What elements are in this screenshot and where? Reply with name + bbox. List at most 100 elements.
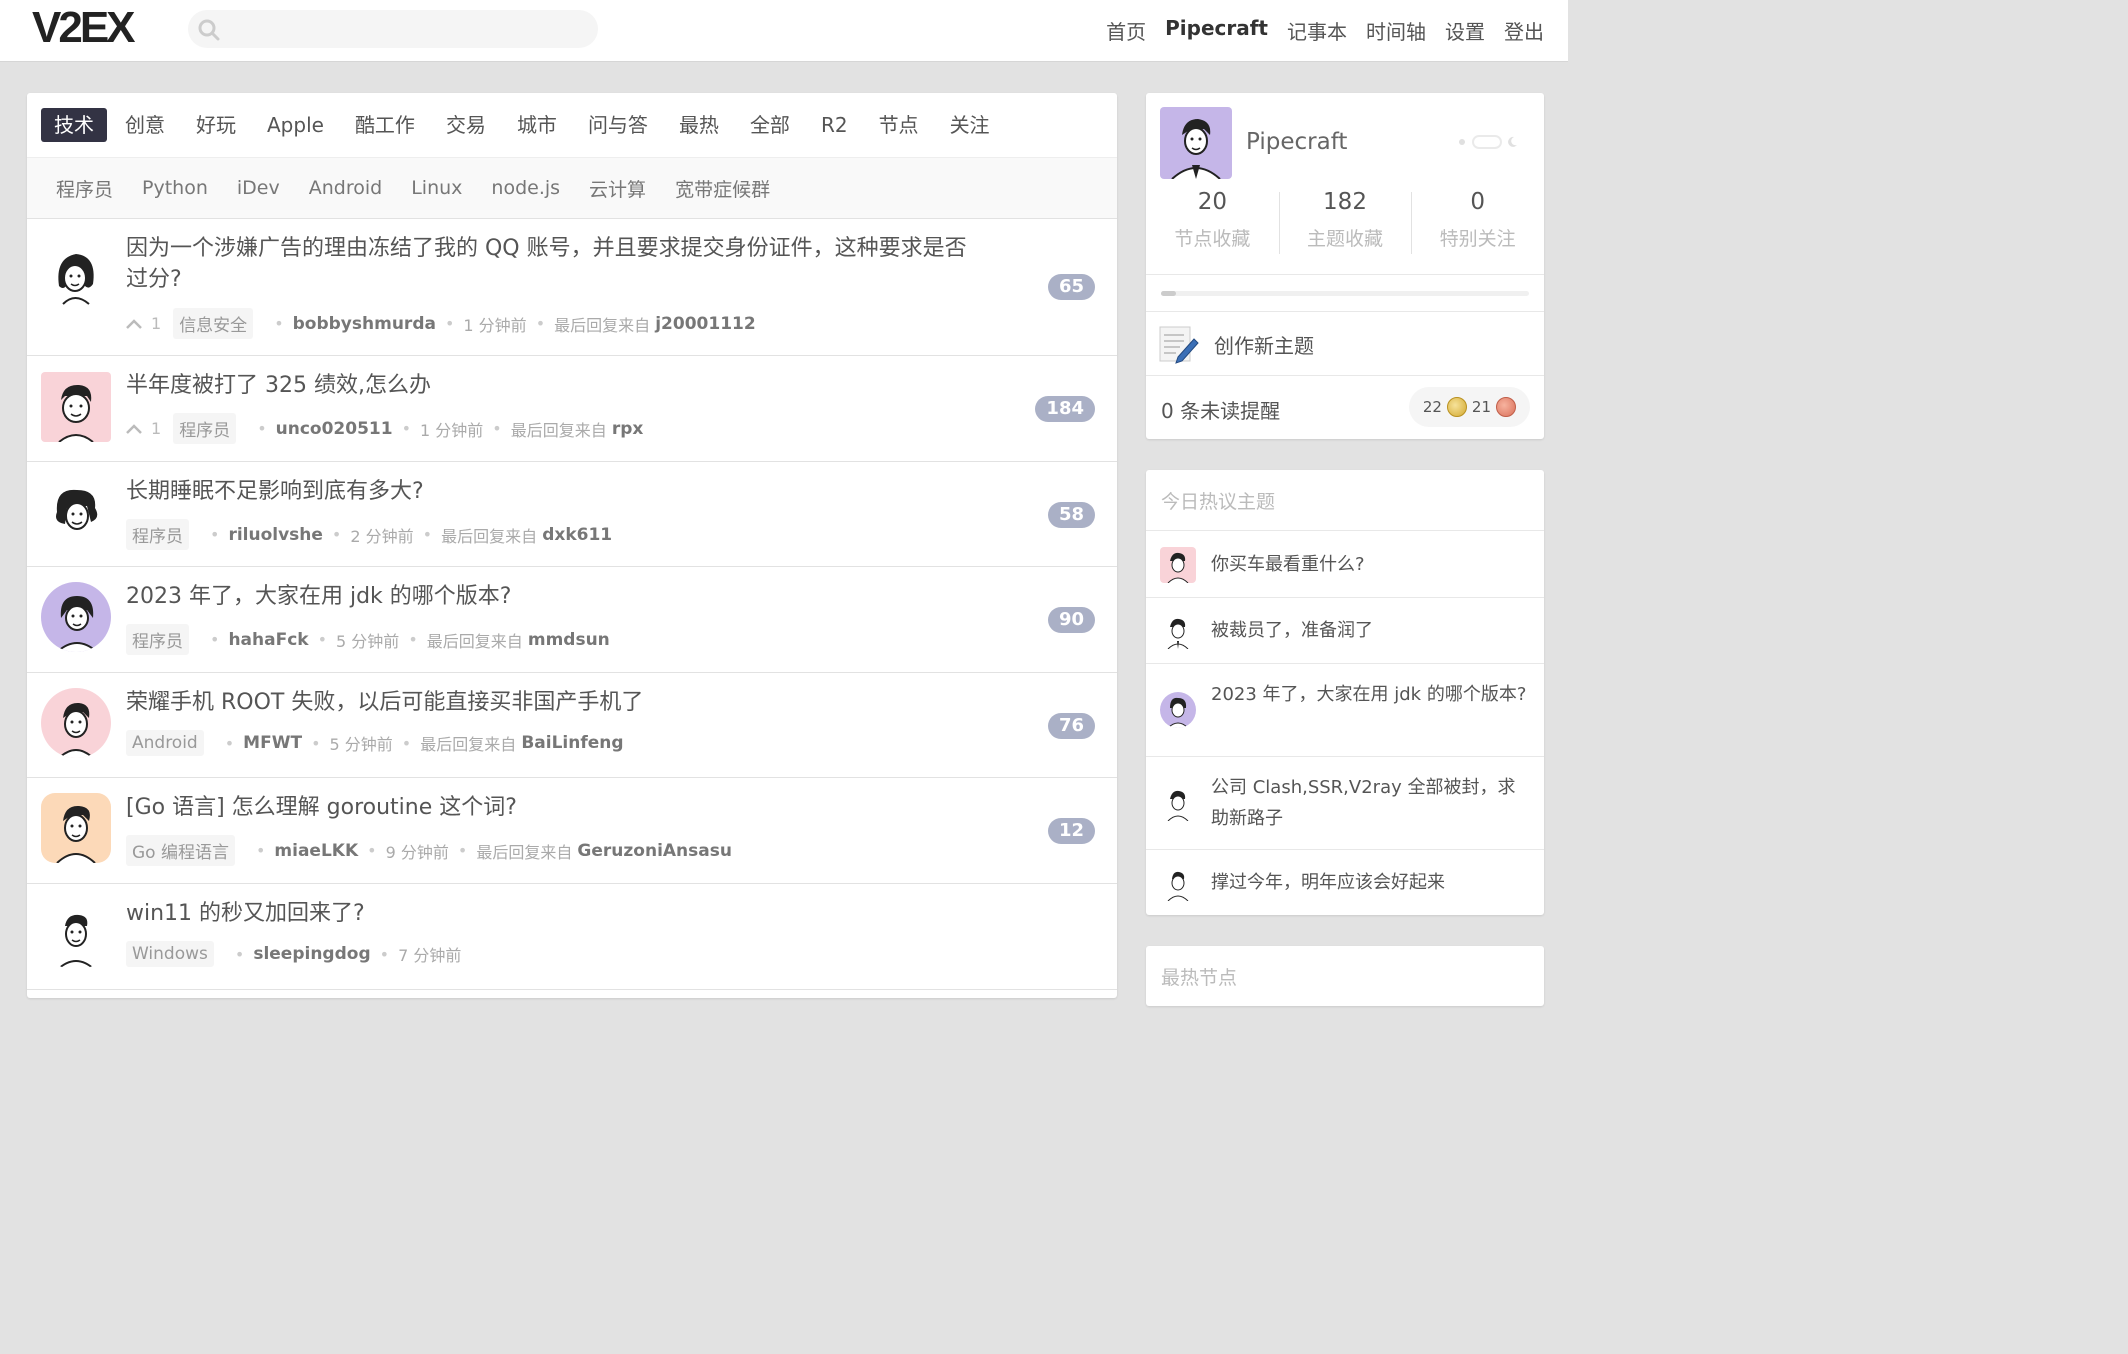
avatar[interactable] bbox=[41, 372, 111, 442]
separator: • bbox=[317, 630, 328, 649]
stat-node-favorites[interactable]: 20 节点收藏 bbox=[1146, 188, 1279, 258]
nav-username[interactable]: Pipecraft bbox=[1165, 16, 1268, 45]
hot-topic-avatar[interactable] bbox=[1160, 692, 1196, 728]
profile-username[interactable]: Pipecraft bbox=[1246, 129, 1347, 155]
avatar[interactable] bbox=[41, 238, 111, 308]
tab-r2[interactable]: R2 bbox=[808, 108, 861, 142]
tab-city[interactable]: 城市 bbox=[504, 108, 570, 142]
tab-nodes[interactable]: 节点 bbox=[866, 108, 932, 142]
tab-following[interactable]: 关注 bbox=[937, 108, 1003, 142]
node-tag[interactable]: Windows bbox=[126, 941, 214, 967]
hot-topic-title[interactable]: 被裁员了，准备润了 bbox=[1211, 615, 1531, 646]
separator: • bbox=[311, 733, 321, 753]
topic-title[interactable]: win11 的秒又加回来了? bbox=[126, 898, 986, 929]
subtab-python[interactable]: Python bbox=[142, 177, 208, 199]
subtab-nodejs[interactable]: node.js bbox=[491, 177, 560, 199]
search-icon bbox=[198, 19, 220, 41]
topic-title[interactable]: [Go 语言] 怎么理解 goroutine 这个词? bbox=[126, 792, 986, 823]
reply-count[interactable]: 65 bbox=[1047, 274, 1095, 300]
node-tag[interactable]: 程序员 bbox=[126, 624, 189, 655]
avatar[interactable] bbox=[41, 900, 111, 970]
tab-play[interactable]: 好玩 bbox=[183, 108, 249, 142]
tab-all[interactable]: 全部 bbox=[737, 108, 803, 142]
tab-deals[interactable]: 交易 bbox=[433, 108, 499, 142]
hot-topics-title: 今日热议主题 bbox=[1161, 491, 1276, 513]
tab-apple[interactable]: Apple bbox=[254, 108, 337, 142]
subtab-programmer[interactable]: 程序员 bbox=[56, 175, 113, 202]
reply-count[interactable]: 90 bbox=[1047, 607, 1095, 633]
tab-qna[interactable]: 问与答 bbox=[575, 108, 661, 142]
last-reply-user[interactable]: GeruzoniAnsasu bbox=[577, 841, 732, 861]
last-reply-user[interactable]: BaiLinfeng bbox=[521, 733, 623, 753]
hot-topic-avatar[interactable] bbox=[1160, 865, 1196, 901]
last-reply-label: 最后回复来自 bbox=[510, 420, 607, 440]
topic-title[interactable]: 因为一个涉嫌广告的理由冻结了我的 QQ 账号，并且要求提交身份证件，这种要求是否… bbox=[126, 233, 986, 295]
hot-topic-avatar[interactable] bbox=[1160, 613, 1196, 649]
nav-settings[interactable]: 设置 bbox=[1445, 16, 1485, 45]
reply-count[interactable]: 58 bbox=[1047, 502, 1095, 528]
subtab-cloud[interactable]: 云计算 bbox=[589, 175, 646, 202]
nav-home[interactable]: 首页 bbox=[1106, 16, 1146, 45]
author[interactable]: sleepingdog bbox=[253, 944, 370, 964]
last-reply-label: 最后回复来自 bbox=[426, 631, 523, 651]
author[interactable]: unco020511 bbox=[276, 419, 393, 439]
topic-meta: Android • MFWT • 5 分钟前 • 最后回复来自 BaiLinfe… bbox=[126, 730, 624, 756]
nav-logout[interactable]: 登出 bbox=[1504, 16, 1544, 45]
create-topic-button[interactable]: 创作新主题 bbox=[1158, 323, 1314, 365]
site-logo[interactable]: V2EX bbox=[32, 6, 136, 50]
avatar[interactable] bbox=[41, 478, 111, 548]
topic-title[interactable]: 长期睡眠不足影响到底有多大? bbox=[126, 476, 986, 507]
avatar[interactable] bbox=[41, 582, 111, 652]
nav-notes[interactable]: 记事本 bbox=[1287, 16, 1347, 45]
vote[interactable]: 1 bbox=[126, 419, 161, 438]
search-input[interactable] bbox=[228, 10, 588, 48]
node-tag[interactable]: Android bbox=[126, 730, 204, 756]
avatar[interactable] bbox=[41, 793, 111, 863]
node-tag[interactable]: 程序员 bbox=[126, 519, 189, 550]
tab-hot[interactable]: 最热 bbox=[666, 108, 732, 142]
hot-topic-title[interactable]: 公司 Clash,SSR,V2ray 全部被封，求助新路子 bbox=[1211, 772, 1531, 834]
subtab-linux[interactable]: Linux bbox=[411, 177, 462, 199]
node-tag[interactable]: 信息安全 bbox=[173, 308, 254, 339]
stat-special-follow[interactable]: 0 特别关注 bbox=[1411, 188, 1544, 258]
stat-topic-favorites[interactable]: 182 主题收藏 bbox=[1278, 188, 1412, 258]
last-reply-user[interactable]: rpx bbox=[612, 419, 644, 439]
author[interactable]: hahaFck bbox=[228, 630, 308, 650]
hot-topic-title[interactable]: 撑过今年，明年应该会好起来 bbox=[1211, 867, 1531, 898]
reply-count[interactable]: 12 bbox=[1047, 818, 1095, 844]
last-reply-user[interactable]: j20001112 bbox=[655, 314, 755, 334]
hot-topic-title[interactable]: 2023 年了，大家在用 jdk 的哪个版本? bbox=[1211, 679, 1531, 710]
subtab-broadband[interactable]: 宽带症候群 bbox=[675, 175, 770, 202]
node-tag[interactable]: 程序员 bbox=[173, 413, 237, 444]
author[interactable]: MFWT bbox=[243, 733, 302, 753]
last-reply-user[interactable]: dxk611 bbox=[542, 525, 612, 545]
search-box[interactable] bbox=[188, 10, 598, 48]
subtab-idev[interactable]: iDev bbox=[237, 177, 280, 199]
reply-count[interactable]: 184 bbox=[1035, 396, 1095, 422]
vote[interactable]: 1 bbox=[126, 314, 161, 333]
topic-time: 9 分钟前 bbox=[385, 842, 449, 862]
topic-title[interactable]: 荣耀手机 ROOT 失败，以后可能直接买非国产手机了 bbox=[126, 687, 986, 718]
profile-avatar[interactable] bbox=[1160, 107, 1232, 179]
topic-title[interactable]: 半年度被打了 325 绩效,怎么办 bbox=[126, 370, 986, 401]
reply-count[interactable]: 76 bbox=[1047, 713, 1095, 739]
hot-topic-title[interactable]: 你买车最看重什么? bbox=[1211, 549, 1531, 580]
hot-topic-avatar[interactable] bbox=[1160, 547, 1196, 583]
author[interactable]: bobbyshmurda bbox=[293, 314, 436, 334]
author[interactable]: miaeLKK bbox=[274, 841, 358, 861]
nav-timeline[interactable]: 时间轴 bbox=[1366, 16, 1426, 45]
theme-toggle[interactable] bbox=[1456, 135, 1518, 149]
subtab-android[interactable]: Android bbox=[309, 177, 382, 199]
hot-topic-avatar[interactable] bbox=[1160, 785, 1196, 821]
balance-badge[interactable]: 22 21 bbox=[1408, 387, 1530, 427]
topic-title[interactable]: 2023 年了，大家在用 jdk 的哪个版本? bbox=[126, 581, 986, 612]
notifications-link[interactable]: 0 条未读提醒 bbox=[1161, 395, 1280, 424]
tab-creative[interactable]: 创意 bbox=[112, 108, 178, 142]
tab-jobs[interactable]: 酷工作 bbox=[342, 108, 428, 142]
tab-tech[interactable]: 技术 bbox=[41, 108, 107, 142]
toggle-switch[interactable] bbox=[1472, 135, 1502, 149]
node-tag[interactable]: Go 编程语言 bbox=[126, 835, 235, 866]
avatar[interactable] bbox=[41, 688, 111, 758]
author[interactable]: riluolvshe bbox=[228, 525, 322, 545]
last-reply-user[interactable]: mmdsun bbox=[528, 630, 610, 650]
